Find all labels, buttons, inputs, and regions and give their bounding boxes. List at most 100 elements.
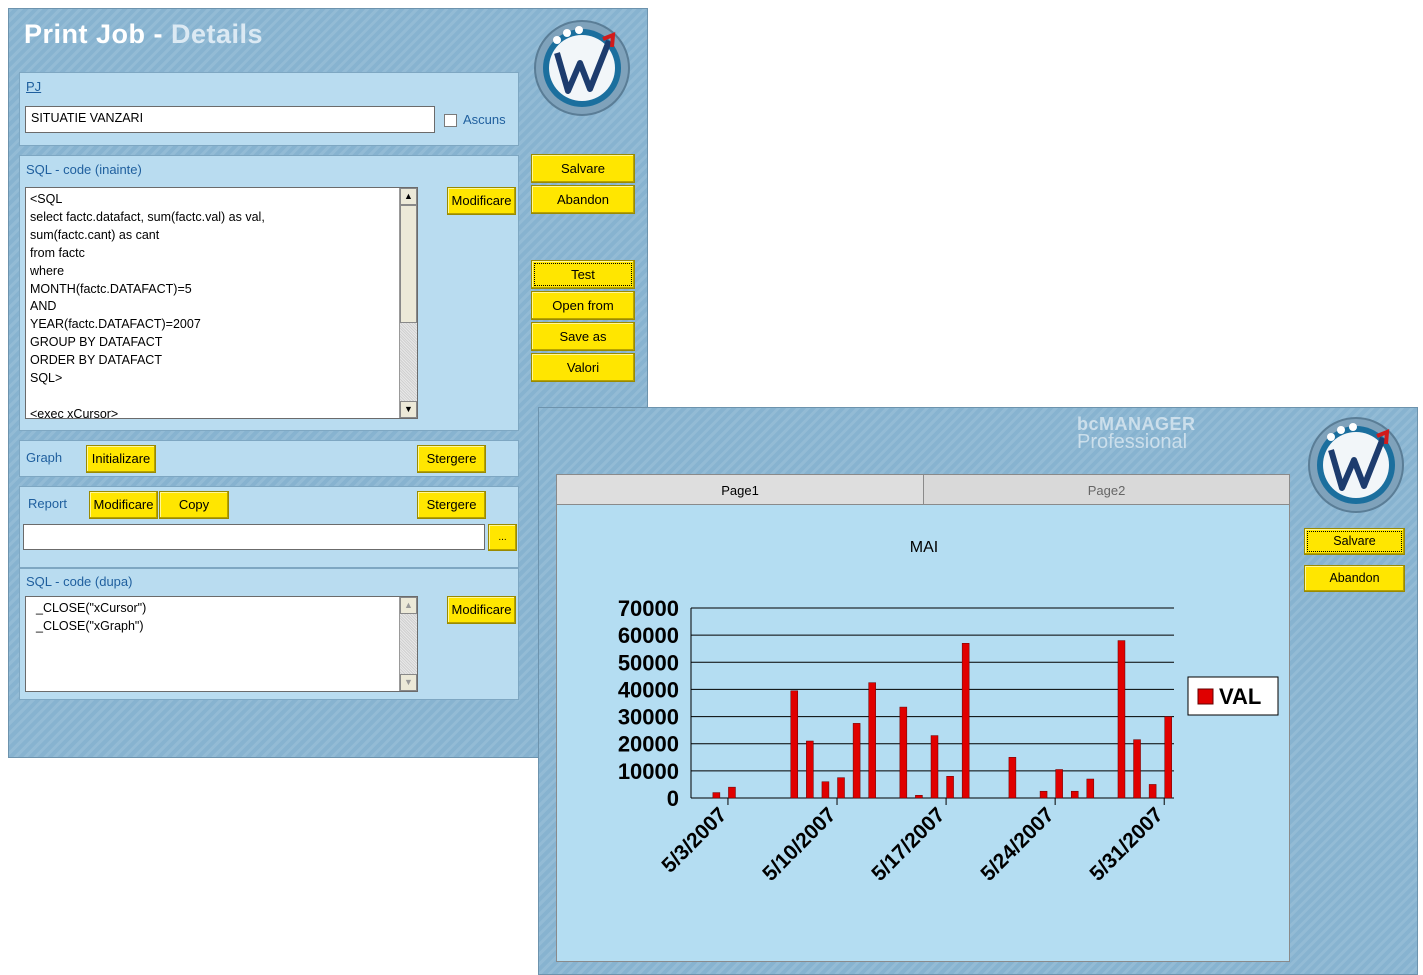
bar — [1039, 790, 1048, 799]
sql-code-line: where — [30, 263, 65, 278]
tab-page1[interactable]: Page1 — [556, 474, 924, 505]
sql-code-line: ORDER BY DATAFACT — [30, 353, 162, 368]
x-tick-label: 5/24/2007 — [976, 803, 1058, 885]
brand-bottom: Professional — [1077, 431, 1188, 453]
y-tick-label: 20000 — [618, 732, 679, 757]
modify-sql-after-button[interactable]: Modificare — [447, 596, 516, 624]
initialize-graph-button[interactable]: Initializare — [86, 445, 156, 473]
delete-report-button[interactable]: Stergere — [417, 491, 486, 519]
save-as-button[interactable]: Save as — [531, 322, 635, 351]
app-logo-icon — [1308, 417, 1404, 513]
bar — [728, 786, 736, 799]
sql-code-line: YEAR(factc.DATAFACT)=2007 — [30, 317, 201, 332]
y-tick-label: 0 — [667, 786, 679, 811]
bar — [899, 706, 908, 799]
hidden-checkbox[interactable] — [444, 114, 457, 127]
y-tick-label: 70000 — [618, 596, 679, 621]
delete-graph-button[interactable]: Stergere — [417, 445, 486, 473]
bar — [837, 777, 845, 799]
graph-panel: Graph Initializare Stergere — [19, 440, 519, 477]
bar — [946, 776, 954, 799]
bar — [1117, 640, 1126, 799]
y-tick-label: 30000 — [618, 705, 679, 730]
tab-page2[interactable]: Page2 — [923, 474, 1290, 505]
bar — [1086, 778, 1095, 799]
sql-before-editor[interactable]: <SQL select factc.datafact, sum(factc.val… — [25, 187, 418, 419]
bar — [712, 792, 721, 799]
legend-label: VAL — [1219, 684, 1261, 709]
scroll-down-icon[interactable]: ▼ — [400, 674, 417, 691]
pj-label: PJ — [26, 79, 42, 94]
bar — [915, 795, 923, 799]
sql-code-line: GROUP BY DATAFACT — [30, 335, 163, 350]
title-details: Details — [171, 19, 264, 49]
scroll-up-icon[interactable]: ▲ — [400, 597, 417, 614]
chart-panel: MAI 70000 60000 50000 40000 30000 20000 10000 0 5… — [556, 504, 1290, 962]
open-from-button[interactable]: Open from — [531, 291, 635, 320]
graph-abandon-button[interactable]: Abandon — [1304, 565, 1405, 592]
y-tick-label: 10000 — [618, 759, 679, 784]
test-button[interactable]: Test — [531, 260, 635, 289]
sql-code-line: sum(factc.cant) as cant — [30, 227, 160, 242]
copy-report-button[interactable]: Copy — [159, 491, 229, 519]
bar — [1148, 784, 1157, 799]
chart-title: MAI — [910, 539, 938, 556]
bar — [961, 643, 970, 799]
graph-save-button[interactable]: Salvare — [1304, 528, 1405, 555]
pj-name-input[interactable]: SITUATIE VANZARI — [25, 106, 435, 133]
sql-code-line — [30, 388, 417, 406]
report-panel: Report Modificare Copy Stergere ... — [19, 486, 519, 568]
report-path-input[interactable] — [23, 524, 485, 550]
bar — [806, 740, 814, 799]
scroll-down-icon[interactable]: ▼ — [400, 401, 417, 418]
modify-report-button[interactable]: Modificare — [89, 491, 158, 519]
browse-report-button[interactable]: ... — [488, 524, 517, 551]
bar — [821, 781, 830, 799]
sql-before-label: SQL - code (inainte) — [26, 162, 142, 177]
bar — [852, 723, 861, 799]
sql-code-line: MONTH(factc.DATAFACT)=5 — [30, 281, 192, 296]
sql-after-scrollbar[interactable]: ▲ ▼ — [399, 597, 417, 691]
scroll-thumb[interactable] — [400, 205, 417, 323]
bar — [790, 690, 799, 799]
bar — [1008, 757, 1017, 799]
sql-code-line: SQL> — [30, 371, 63, 386]
sql-code-line: <exec xCursor> — [30, 406, 119, 419]
y-tick-label: 50000 — [618, 650, 679, 675]
sql-code-line: select factc.datafact, sum(factc.val) as… — [30, 209, 265, 224]
hidden-label: Ascuns — [463, 112, 506, 127]
modify-sql-before-button[interactable]: Modificare — [447, 187, 516, 215]
bar — [1055, 769, 1063, 799]
bar — [1133, 739, 1141, 799]
y-tick-label: 40000 — [618, 677, 679, 702]
sql-code-line: <SQL — [30, 192, 63, 206]
bar — [930, 735, 939, 799]
bar-chart: MAI7000060000500004000030000200001000005… — [618, 539, 1279, 886]
x-tick-label: 5/3/2007 — [657, 803, 731, 877]
sql-after-panel: SQL - code (dupa) _CLOSE("xCursor") _CLOS… — [19, 568, 519, 700]
sql-code-line: AND — [30, 299, 57, 314]
bar — [868, 682, 876, 799]
graph-label: Graph — [26, 450, 63, 465]
graph-window: bcMANAGER Professional Page1 Page2 MAI 70… — [538, 407, 1418, 975]
save-button[interactable]: Salvare — [531, 154, 635, 183]
legend-swatch — [1197, 688, 1214, 705]
sql-after-editor[interactable]: _CLOSE("xCursor") _CLOSE("xGraph") ▲ ▼ — [25, 596, 418, 692]
sql-code-line: _CLOSE("xGraph") — [36, 618, 144, 633]
sql-before-scrollbar[interactable]: ▲ ▼ — [399, 188, 417, 418]
x-tick-label: 5/10/2007 — [758, 803, 840, 885]
window-title: Print Job - Details — [24, 19, 263, 50]
brand-watermark: bcMANAGER Professional — [1077, 415, 1196, 453]
scroll-up-icon[interactable]: ▲ — [400, 188, 417, 205]
title-main: Print Job - — [24, 19, 171, 49]
values-button[interactable]: Valori — [531, 353, 635, 382]
x-tick-label: 5/17/2007 — [867, 803, 949, 885]
report-label: Report — [28, 496, 68, 511]
app-logo-icon — [534, 20, 630, 116]
page-tabs: Page1 Page2 — [556, 474, 1290, 505]
bar — [1070, 790, 1079, 799]
sql-code-line: from factc — [30, 245, 85, 260]
abandon-button[interactable]: Abandon — [531, 185, 635, 214]
y-tick-label: 60000 — [618, 623, 679, 648]
x-tick-label: 5/31/2007 — [1085, 803, 1167, 885]
